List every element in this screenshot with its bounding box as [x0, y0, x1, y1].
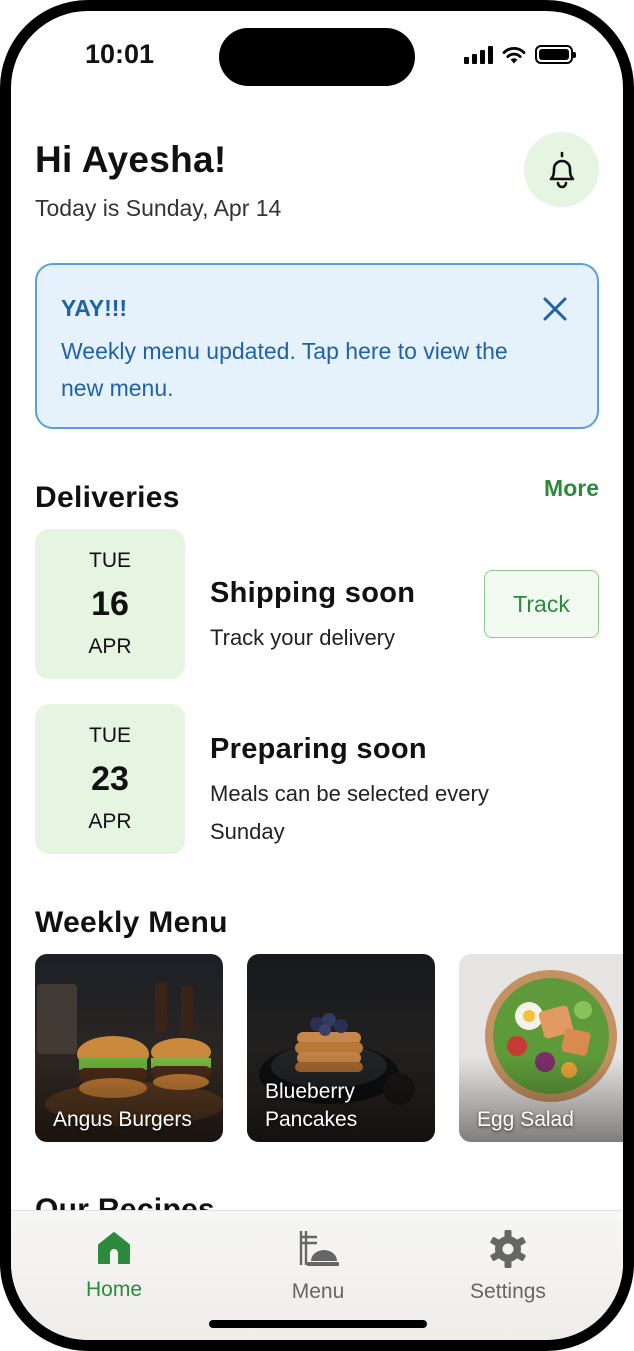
- wifi-icon: [502, 46, 526, 63]
- deliveries-title: Deliveries: [35, 481, 180, 514]
- delivery-status-title: Shipping soon: [210, 577, 416, 609]
- home-icon: [98, 1232, 130, 1264]
- close-icon[interactable]: [541, 295, 569, 323]
- menu-item-name: Egg Salad: [477, 1108, 574, 1131]
- phone-frame: 10:01 Hi Ayesha! Today is Sunday, Apr 14…: [0, 0, 634, 1351]
- tab-home[interactable]: Home: [34, 1229, 194, 1302]
- battery-icon: [535, 45, 576, 64]
- menu-card-blueberry-pancakes[interactable]: Blueberry Pancakes: [247, 954, 435, 1142]
- bell-icon: [549, 151, 574, 188]
- notifications-button[interactable]: [524, 132, 599, 207]
- menu-update-alert[interactable]: YAY!!! Weekly menu updated. Tap here to …: [35, 263, 599, 429]
- delivery-status-subtitle: Meals can be selected every Sunday: [210, 781, 489, 844]
- gear-icon: [490, 1230, 526, 1268]
- alert-message: Weekly menu updated. Tap here to view th…: [61, 338, 508, 401]
- delivery-month: APR: [88, 810, 132, 833]
- deliveries-more-link[interactable]: More: [544, 475, 599, 502]
- tab-settings[interactable]: Settings: [428, 1229, 588, 1304]
- home-indicator: [209, 1320, 427, 1328]
- today-date: Today is Sunday, Apr 14: [35, 195, 282, 221]
- bottom-tab-bar: Home Menu Settings: [11, 1210, 623, 1340]
- menu-card-angus-burgers[interactable]: Angus Burgers: [35, 954, 223, 1142]
- status-icons: [464, 45, 576, 64]
- tab-menu[interactable]: Menu: [238, 1229, 398, 1304]
- track-button[interactable]: Track: [484, 570, 599, 638]
- dynamic-island: [219, 28, 415, 86]
- delivery-status-title: Preparing soon: [210, 733, 427, 765]
- delivery-weekday: TUE: [89, 724, 131, 747]
- delivery-day: 16: [91, 585, 129, 623]
- cellular-signal-icon: [464, 45, 493, 64]
- menu-item-name: Angus Burgers: [53, 1108, 192, 1131]
- tab-label: Menu: [291, 1280, 345, 1303]
- menu-card-egg-salad[interactable]: Egg Salad: [459, 954, 623, 1142]
- greeting-title: Hi Ayesha!: [35, 139, 227, 180]
- delivery-day: 23: [91, 760, 129, 798]
- menu-icon: [299, 1231, 339, 1266]
- delivery-weekday: TUE: [89, 549, 131, 572]
- delivery-date-2: TUE 23 APR: [35, 704, 185, 854]
- status-time: 10:01: [85, 39, 155, 69]
- weekly-menu-title: Weekly Menu: [35, 906, 228, 939]
- tab-label: Settings: [470, 1280, 546, 1303]
- menu-item-name: Blueberry Pancakes: [265, 1080, 358, 1131]
- alert-title: YAY!!!: [61, 295, 128, 321]
- delivery-month: APR: [88, 635, 132, 658]
- tab-label: Home: [85, 1278, 143, 1301]
- delivery-date-1: TUE 16 APR: [35, 529, 185, 679]
- app-screen: 10:01 Hi Ayesha! Today is Sunday, Apr 14…: [11, 11, 623, 1340]
